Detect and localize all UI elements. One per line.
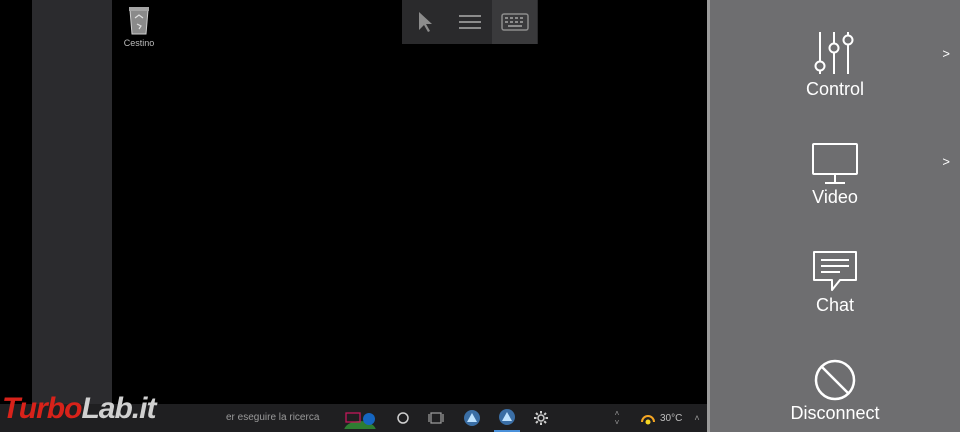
weather-sun-icon	[641, 415, 655, 425]
keyboard-icon	[500, 13, 529, 31]
recycle-bin-label: Cestino	[123, 38, 155, 48]
chevron-right-icon: >	[942, 46, 950, 61]
side-menu-chat[interactable]: Chat	[710, 216, 960, 324]
taskbar-app-1[interactable]	[460, 404, 484, 432]
chat-label: Chat	[815, 295, 855, 315]
task-view-button[interactable]	[425, 404, 447, 432]
task-view-icon	[428, 412, 444, 424]
desktop-left-band	[32, 0, 112, 432]
tray-expand-icon[interactable]: ˄	[694, 413, 699, 423]
recycle-bin-shortcut[interactable]: Cestino	[120, 4, 158, 48]
gear-icon	[534, 411, 548, 425]
video-label: Video	[812, 187, 858, 207]
keyboard-button[interactable]	[492, 0, 537, 44]
disconnect-label: Disconnect	[790, 403, 880, 423]
scroll-arrows[interactable]: ˄ ˅	[610, 404, 624, 432]
remote-desktop-view[interactable]: Cestino er eseguire la ricerca ˄ ˅ 30°C …	[0, 0, 708, 432]
monitor-icon	[812, 143, 858, 184]
chat-icon	[813, 251, 857, 291]
temperature-value: 30°C	[660, 412, 683, 424]
side-menu-video[interactable]: Video >	[710, 108, 960, 216]
recycle-bin-icon	[129, 7, 149, 35]
turbolab-watermark-logo: TurboLab.it	[2, 392, 156, 425]
news-widget-icon	[344, 412, 376, 429]
menu-button[interactable]	[447, 0, 492, 44]
cortana-circle-icon	[397, 412, 409, 424]
chevron-up-icon: ˄	[614, 409, 620, 418]
settings-taskbar-button[interactable]	[530, 404, 552, 432]
app-triangle-icon	[499, 409, 515, 425]
taskbar-app-2[interactable]	[494, 404, 520, 432]
weather-widget[interactable]: 30°C ˄	[640, 404, 700, 432]
news-widget[interactable]	[340, 404, 380, 432]
cortana-button[interactable]	[392, 404, 414, 432]
cursor-arrow-icon	[418, 12, 432, 32]
side-menu-control[interactable]: Control >	[710, 0, 960, 108]
chevron-right-icon: >	[942, 154, 950, 169]
control-label: Control	[805, 79, 865, 99]
taskbar-search-text[interactable]: er eseguire la ricerca	[226, 404, 336, 432]
pointer-mode-button[interactable]	[402, 0, 447, 44]
remote-toolbar	[402, 0, 538, 44]
sliders-icon	[814, 32, 854, 74]
side-menu-panel: Control > Video > Chat Disconnect	[710, 0, 960, 432]
disconnect-icon	[814, 359, 856, 401]
app-triangle-icon	[464, 410, 480, 426]
hamburger-icon	[458, 15, 481, 29]
chevron-down-icon: ˅	[614, 418, 620, 427]
side-menu-disconnect[interactable]: Disconnect	[710, 324, 960, 432]
